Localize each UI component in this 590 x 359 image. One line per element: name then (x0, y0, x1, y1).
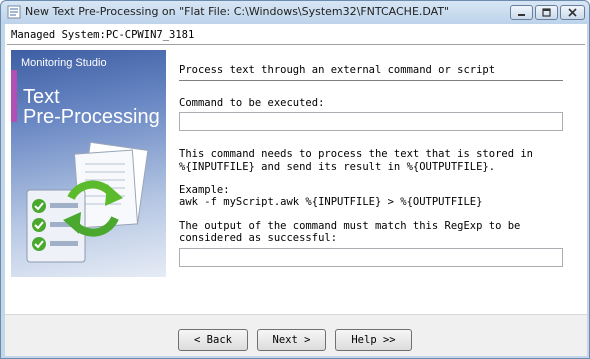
section-title: Process text through an external command… (179, 64, 496, 76)
title-bar[interactable]: New Text Pre-Processing on "Flat File: C… (1, 1, 589, 24)
close-button[interactable] (560, 5, 585, 20)
wizard-client-area: Managed System:PC-CPWIN7_3181 Monitoring… (5, 24, 587, 356)
close-icon (568, 8, 577, 17)
banner-accent-stripe (11, 70, 17, 122)
wizard-banner-image: Monitoring Studio Text Pre-Processing (11, 50, 166, 277)
section-divider (179, 80, 563, 81)
banner-title-line2: Pre-Processing (23, 106, 160, 128)
minimize-button[interactable] (510, 5, 533, 20)
wizard-window: New Text Pre-Processing on "Flat File: C… (0, 0, 590, 359)
managed-system-label: Managed System:PC-CPWIN7_3181 (11, 29, 195, 41)
next-button[interactable]: Next > (257, 329, 326, 351)
banner-brand: Monitoring Studio (21, 57, 107, 69)
window-title: New Text Pre-Processing on "Flat File: C… (25, 5, 450, 18)
header-divider (7, 44, 585, 45)
wizard-content: Managed System:PC-CPWIN7_3181 Monitoring… (5, 24, 587, 314)
regexp-label-line-2: considered as successful: (179, 232, 338, 244)
back-button[interactable]: < Back (178, 329, 248, 351)
description-line-1: This command needs to process the text t… (179, 148, 534, 160)
app-icon (7, 5, 21, 19)
maximize-button[interactable] (535, 5, 558, 20)
command-input[interactable] (179, 112, 563, 131)
regexp-input[interactable] (179, 248, 563, 267)
minimize-icon (518, 14, 525, 16)
example-command: awk -f myScript.awk %{INPUTFILE} > %{OUT… (179, 196, 483, 208)
command-label: Command to be executed: (179, 97, 325, 109)
text-processing-illustration-icon (26, 141, 149, 263)
maximize-icon (542, 8, 551, 17)
help-button[interactable]: Help >> (335, 329, 412, 351)
description-line-2: %{INPUTFILE} and send its result in %{OU… (179, 161, 496, 173)
